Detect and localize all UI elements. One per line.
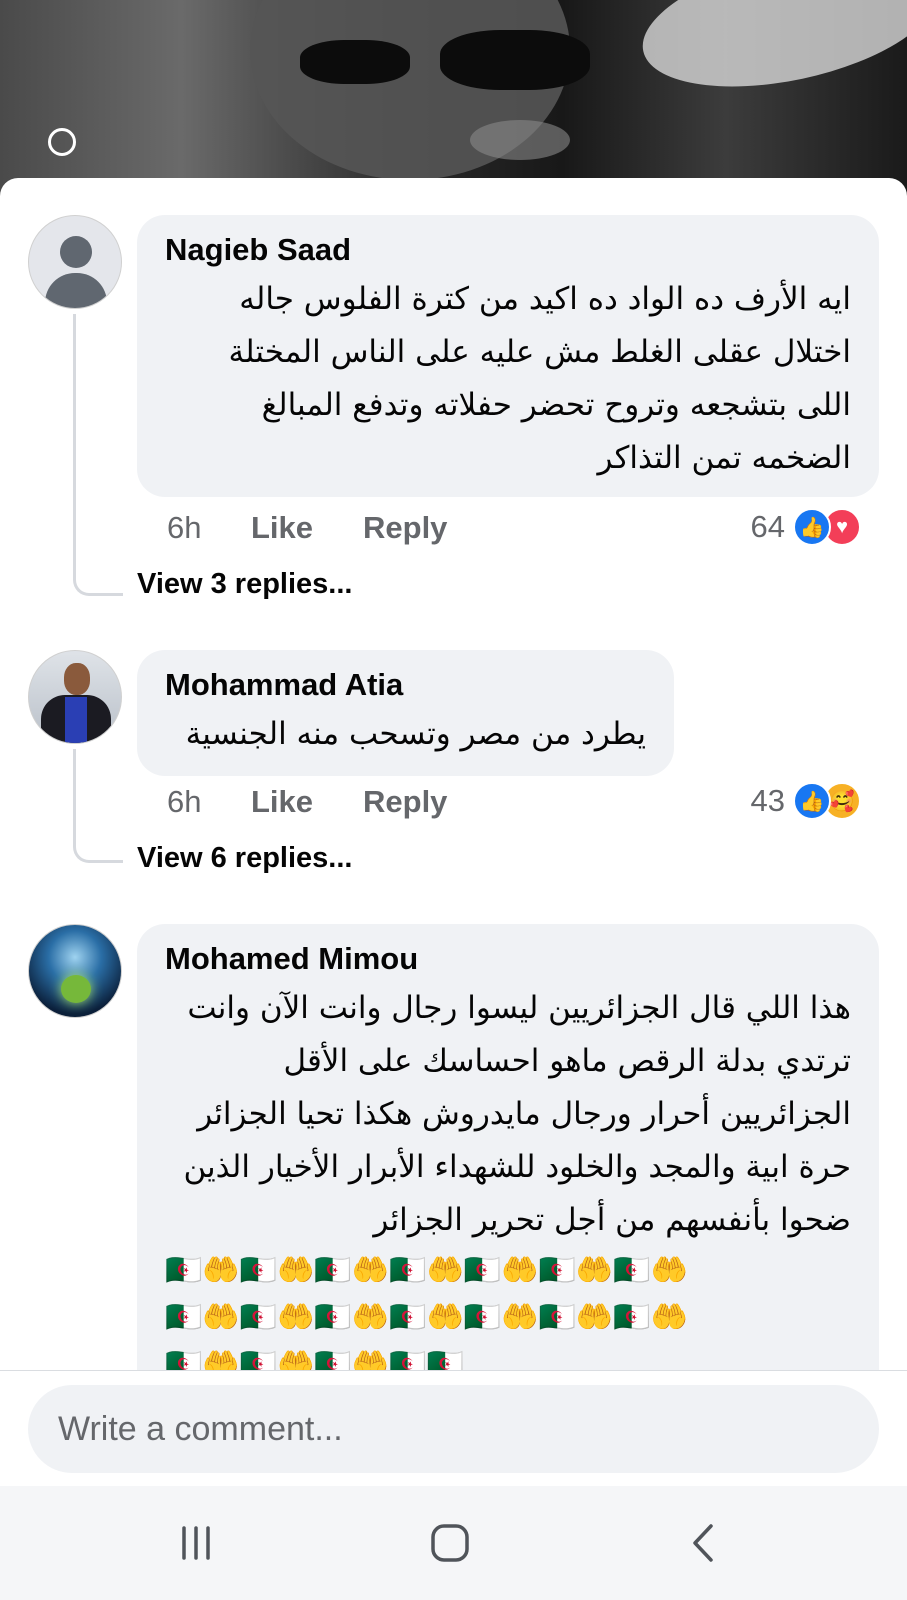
comment-author[interactable]: Mohammad Atia [165, 666, 646, 704]
comment-time[interactable]: 6h [167, 782, 251, 822]
like-button[interactable]: Like [251, 508, 363, 548]
comments-list[interactable]: Nagieb Saad ايه الأرف ده الواد ده اكيد م… [0, 178, 907, 1370]
recent-apps-icon[interactable] [166, 1518, 226, 1568]
comment-bubble[interactable]: Mohamed Mimou هذا اللي قال الجزائريين لي… [137, 924, 879, 1370]
comment-input[interactable] [28, 1385, 879, 1473]
reply-button[interactable]: Reply [363, 510, 447, 545]
comment-bubble[interactable]: Nagieb Saad ايه الأرف ده الواد ده اكيد م… [137, 215, 879, 497]
watermark-logo-icon [48, 128, 76, 156]
reaction-summary[interactable]: 64 👍 ♥ [751, 508, 861, 546]
comments-sheet: Nagieb Saad ايه الأرف ده الواد ده اكيد م… [0, 178, 907, 1486]
thread-line [73, 749, 123, 863]
comment-text: هذا اللي قال الجزائريين ليسوا رجال وانت … [183, 990, 851, 1238]
comment-text: ايه الأرف ده الواد ده اكيد من كترة الفلو… [228, 281, 852, 476]
emoji-row: 🇩🇿🤲🇩🇿🤲🇩🇿🤲🇩🇿🤲🇩🇿🤲🇩🇿🤲🇩🇿🤲 [165, 1253, 688, 1288]
reply-button[interactable]: Reply [363, 784, 447, 819]
comment-author[interactable]: Nagieb Saad [165, 231, 851, 269]
reaction-summary[interactable]: 43 👍 🥰 [751, 782, 861, 820]
profile-photo[interactable] [28, 650, 122, 744]
like-reaction-icon: 👍 [793, 508, 831, 546]
comment-actions: 6h Like Reply [167, 782, 447, 822]
emoji-row: 🇩🇿🤲🇩🇿🤲🇩🇿🤲🇩🇿🇩🇿 [165, 1347, 464, 1370]
like-button[interactable]: Like [251, 782, 363, 822]
back-icon[interactable] [674, 1518, 734, 1568]
comment-actions: 6h Like Reply [167, 508, 447, 548]
emoji-row: 🇩🇿🤲🇩🇿🤲🇩🇿🤲🇩🇿🤲🇩🇿🤲🇩🇿🤲🇩🇿🤲 [165, 1300, 688, 1335]
system-navigation-bar [0, 1486, 907, 1600]
default-avatar-icon[interactable] [28, 215, 122, 309]
background-photo [0, 0, 907, 200]
home-icon[interactable] [420, 1518, 480, 1568]
like-reaction-icon: 👍 [793, 782, 831, 820]
view-replies-link[interactable]: View 6 replies... [137, 842, 352, 875]
thread-line [73, 314, 123, 596]
profile-photo[interactable] [28, 924, 122, 1018]
reaction-count: 64 [750, 509, 785, 544]
comment-bubble[interactable]: Mohammad Atia يطرد من مصر وتسحب منه الجن… [137, 650, 674, 776]
comment-composer [0, 1370, 907, 1486]
comment-author[interactable]: Mohamed Mimou [165, 940, 851, 978]
comment-time[interactable]: 6h [167, 508, 251, 548]
reaction-count: 43 [750, 783, 785, 818]
view-replies-link[interactable]: View 3 replies... [137, 568, 352, 601]
comment-text: يطرد من مصر وتسحب منه الجنسية [185, 716, 646, 752]
